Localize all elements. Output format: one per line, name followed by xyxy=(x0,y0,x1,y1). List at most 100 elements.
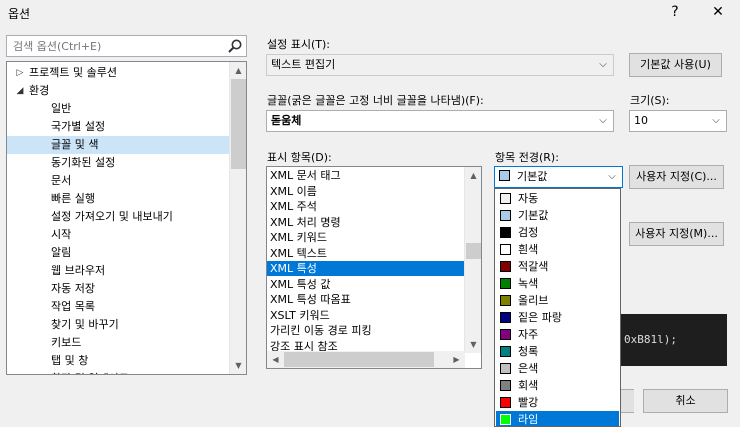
color-option[interactable]: 자동 xyxy=(496,190,619,207)
scroll-down-icon[interactable]: ▼ xyxy=(230,357,246,374)
background-custom-button[interactable]: 사용자 지정(M)... xyxy=(629,222,724,246)
search-icon[interactable] xyxy=(227,38,243,54)
list-item[interactable]: XML 특성 따옴표 xyxy=(267,292,465,307)
tree-item-label: 프로젝트 및 솔루션 xyxy=(29,66,117,79)
scroll-left-icon[interactable]: ◀ xyxy=(267,351,284,368)
expand-arrow-icon[interactable]: ▷ xyxy=(15,64,25,82)
list-hscroll-thumb[interactable] xyxy=(284,352,434,367)
color-option[interactable]: 은색 xyxy=(496,360,619,377)
tree-item-label: 찾기 및 바꾸기 xyxy=(51,318,119,331)
use-defaults-button[interactable]: 기본값 사용(U) xyxy=(629,53,722,77)
foreground-custom-button[interactable]: 사용자 지정(C)... xyxy=(629,165,724,189)
font-label: 글꼴(굵은 글꼴은 고정 너비 글꼴을 나타냄)(F): xyxy=(267,94,484,107)
color-option[interactable]: 기본값 xyxy=(496,207,619,224)
list-hscrollbar[interactable]: ◀ ▶ xyxy=(267,351,465,368)
tree-item-label: 시작 xyxy=(51,228,72,241)
size-value: 10 xyxy=(634,114,648,127)
collapse-arrow-icon[interactable]: ◢ xyxy=(15,82,25,100)
tree-item-label: 빠른 실행 xyxy=(51,192,95,205)
color-swatch xyxy=(500,346,511,357)
tree-item[interactable]: 빠른 실행 xyxy=(7,190,229,208)
color-swatch xyxy=(500,193,511,204)
scroll-up-icon[interactable]: ▲ xyxy=(465,167,481,184)
cancel-button[interactable]: 취소 xyxy=(643,389,728,413)
tree-item-label: 글꼴 및 색 xyxy=(51,138,99,151)
color-option[interactable]: 흰색 xyxy=(496,241,619,258)
foreground-dropdown[interactable]: 자동기본값검정 흰색 적갈색 녹색 올리브짙은 파랑자주 청록 은색 회색 빨강라임 xyxy=(494,188,621,427)
foreground-color-swatch xyxy=(499,170,510,181)
color-option[interactable]: 적갈색 xyxy=(496,258,619,275)
color-option[interactable]: 녹색 xyxy=(496,275,619,292)
tree-scrollbar[interactable]: ▲ ▼ xyxy=(229,62,246,374)
color-option-label: 기본값 xyxy=(518,209,549,222)
list-item[interactable]: XML 이름 xyxy=(267,184,465,199)
color-option[interactable]: 회색 xyxy=(496,377,619,394)
scroll-down-icon[interactable]: ▼ xyxy=(465,336,481,353)
tree-item[interactable]: 탭 및 창 xyxy=(7,352,229,370)
tree-item[interactable]: ◢ 환경 xyxy=(7,82,229,100)
tree-item[interactable]: 작업 목록 xyxy=(7,298,229,316)
color-option-label: 라임 xyxy=(518,413,539,426)
list-item[interactable]: XSLT 키워드 xyxy=(267,308,465,323)
list-item[interactable]: XML 특성 xyxy=(267,261,465,276)
color-swatch xyxy=(500,397,511,408)
tree-item[interactable]: 글꼴 및 색 xyxy=(7,136,229,154)
color-option[interactable]: 짙은 파랑 xyxy=(496,309,619,326)
chevron-down-icon: ⌵ xyxy=(712,115,720,126)
tree-item[interactable]: 설정 가져오기 및 내보내기 xyxy=(7,208,229,226)
display-items-list[interactable]: XML 문서 태그 XML 이름 XML 주석 XML 처리 명령 XML 키워드 XML… xyxy=(266,166,482,369)
tree-item[interactable]: 동기화된 설정 xyxy=(7,154,229,172)
tree-item[interactable]: 자동 저장 xyxy=(7,280,229,298)
foreground-label: 항목 전경(R): xyxy=(495,151,559,164)
list-item[interactable]: 가리킨 이동 경로 피킹 xyxy=(267,323,465,338)
list-item[interactable]: XML 처리 명령 xyxy=(267,215,465,230)
color-option[interactable]: 검정 xyxy=(496,224,619,241)
tree-item-label: 문서 xyxy=(51,174,72,187)
tree-item-label: 국가별 설정 xyxy=(51,120,106,133)
list-vscrollbar[interactable]: ▲ ▼ xyxy=(464,167,481,353)
color-option[interactable]: 청록 xyxy=(496,343,619,360)
tree-item[interactable]: 키보드 xyxy=(7,334,229,352)
list-item[interactable]: XML 키워드 xyxy=(267,230,465,245)
tree-item[interactable]: 국가별 설정 xyxy=(7,118,229,136)
color-option[interactable]: 빨강 xyxy=(496,394,619,411)
scroll-up-icon[interactable]: ▲ xyxy=(230,62,246,79)
color-swatch xyxy=(500,210,511,221)
search-input[interactable] xyxy=(11,37,221,55)
tree-item[interactable]: 시작 xyxy=(7,226,229,244)
show-settings-label: 설정 표시(T): xyxy=(267,38,330,51)
close-button[interactable]: ✕ xyxy=(704,0,732,24)
tree-item[interactable]: 문서 xyxy=(7,172,229,190)
options-tree[interactable]: ▷ 프로젝트 및 솔루션 ◢ 환경일반국가별 설정글꼴 및 색동기화된 설정문서빠른 … xyxy=(6,61,247,375)
list-vscroll-thumb[interactable] xyxy=(466,243,481,259)
tree-item[interactable]: 확장 및 업데이트 xyxy=(7,370,229,374)
show-settings-combo[interactable]: 텍스트 편집기 ⌵ xyxy=(266,54,614,76)
tree-item-label: 환경 xyxy=(29,84,50,97)
tree-item[interactable]: 찾기 및 바꾸기 xyxy=(7,316,229,334)
color-option[interactable]: 올리브 xyxy=(496,292,619,309)
chevron-down-icon: ⌵ xyxy=(599,115,607,126)
size-combo[interactable]: 10 ⌵ xyxy=(629,110,727,132)
color-option-label: 짙은 파랑 xyxy=(518,311,562,324)
options-search-box[interactable] xyxy=(6,35,247,57)
list-item[interactable]: XML 텍스트 xyxy=(267,246,465,261)
font-combo[interactable]: 돋움체 ⌵ xyxy=(266,110,614,132)
color-swatch xyxy=(500,295,511,306)
tree-item[interactable]: 웹 브라우저 xyxy=(7,262,229,280)
color-option[interactable]: 라임 xyxy=(496,411,619,426)
color-swatch xyxy=(500,414,511,425)
foreground-combo[interactable]: 기본값 ⌵ xyxy=(494,166,623,188)
tree-item[interactable]: 알림 xyxy=(7,244,229,262)
tree-item[interactable]: ▷ 프로젝트 및 솔루션 xyxy=(7,64,229,82)
color-swatch xyxy=(500,363,511,374)
tree-scroll-thumb[interactable] xyxy=(231,79,246,169)
tree-item[interactable]: 일반 xyxy=(7,100,229,118)
scroll-right-icon[interactable]: ▶ xyxy=(448,351,465,368)
tree-item-label: 작업 목록 xyxy=(51,300,95,313)
list-item[interactable]: XML 문서 태그 xyxy=(267,168,465,183)
color-swatch xyxy=(500,312,511,323)
list-item[interactable]: XML 주석 xyxy=(267,199,465,214)
color-option[interactable]: 자주 xyxy=(496,326,619,343)
list-item[interactable]: XML 특성 값 xyxy=(267,277,465,292)
help-button[interactable]: ? xyxy=(661,0,689,24)
